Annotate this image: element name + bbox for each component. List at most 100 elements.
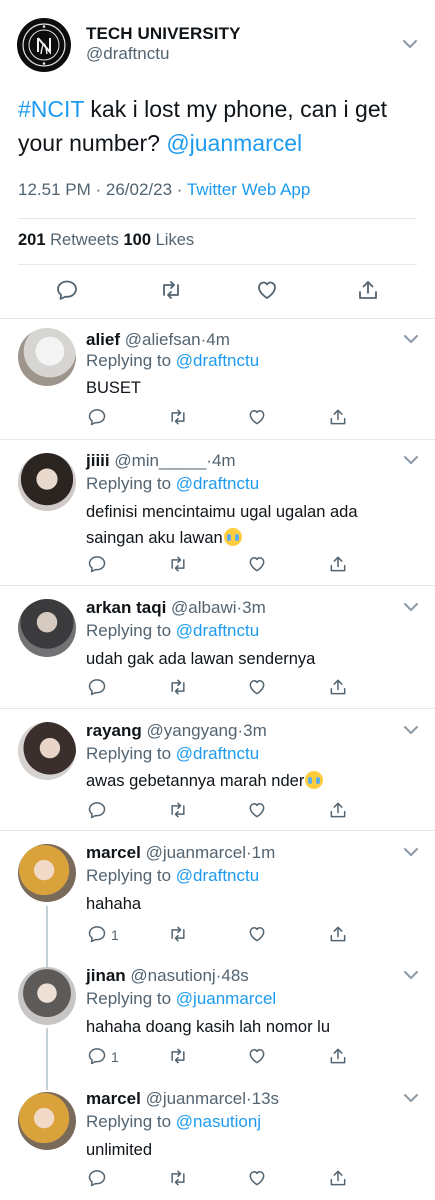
reply-time[interactable]: ·13s [246,1089,279,1108]
reply-icon[interactable] [87,1046,107,1066]
retweet-icon[interactable] [168,407,188,427]
avatar[interactable] [18,967,76,1025]
reply-author-name[interactable]: rayang [86,721,142,740]
like-icon[interactable] [247,677,267,697]
reply-author-handle[interactable]: @yangyang [146,721,237,740]
reply-time[interactable]: ·1m [246,843,275,862]
reply-author-handle[interactable]: @albawi [171,598,236,617]
chevron-down-icon[interactable] [403,970,419,980]
likes-label[interactable]: Likes [151,231,195,249]
account-name[interactable]: TECH UNIVERSITY [86,24,241,44]
share-icon[interactable] [356,278,380,302]
hashtag-link[interactable]: #NCIT [18,96,84,122]
reply-time[interactable]: ·4m [201,330,230,349]
reply-author-handle[interactable]: @aliefsan [125,330,201,349]
avatar[interactable] [18,1092,76,1150]
tears-of-joy-icon [305,771,324,789]
reply-author-handle[interactable]: @nasutionj [130,966,215,985]
share-icon[interactable] [328,407,348,427]
share-icon[interactable] [328,1168,348,1188]
chevron-down-icon[interactable] [403,847,419,857]
replying-to-label: Replying to [86,989,176,1008]
replying-to-link[interactable]: @draftnctu [176,351,259,370]
chevron-down-icon[interactable] [402,39,418,49]
share-icon[interactable] [328,677,348,697]
reply-author-name[interactable]: marcel [86,843,141,862]
retweet-icon[interactable] [168,800,188,820]
replying-to-label: Replying to [86,474,176,493]
retweet-icon[interactable] [159,278,183,302]
share-icon[interactable] [328,554,348,574]
chevron-down-icon[interactable] [403,725,419,735]
like-icon[interactable] [247,800,267,820]
university-logo-avatar[interactable] [17,18,71,72]
like-icon[interactable] [247,924,267,944]
reply-icon[interactable] [87,924,107,944]
like-icon[interactable] [247,407,267,427]
replying-to-link[interactable]: @draftnctu [176,866,259,885]
reply-author-name[interactable]: arkan taqi [86,598,166,617]
replying-to-link[interactable]: @draftnctu [176,474,259,493]
mention-link[interactable]: @juanmarcel [166,130,302,156]
retweet-icon[interactable] [168,554,188,574]
chevron-down-icon[interactable] [403,455,419,465]
reply-author-name[interactable]: jiiii [86,451,110,470]
share-icon[interactable] [328,1046,348,1066]
reply-tweet: jiiii @min_____·4m Replying to @draftnct… [0,439,435,585]
like-icon[interactable] [247,554,267,574]
replying-to-label: Replying to [86,866,176,885]
like-icon[interactable] [247,1046,267,1066]
tweet-text-part1: kak i lost my phone, can i get [84,96,388,122]
retweets-label[interactable]: Retweets [46,231,124,249]
reply-icon[interactable] [87,554,107,574]
reply-tweet: jinan @nasutionj·48s Replying to @juanma… [0,955,435,1080]
reply-icon[interactable] [87,407,107,427]
tweet-source-link[interactable]: Twitter Web App [187,180,310,199]
main-tweet: TECH UNIVERSITY @draftnctu #NCIT kak i l… [0,0,435,318]
avatar[interactable] [18,328,76,386]
avatar[interactable] [18,599,76,657]
reply-count[interactable]: 1 [111,927,119,943]
share-icon[interactable] [328,924,348,944]
retweet-icon[interactable] [168,924,188,944]
chevron-down-icon[interactable] [403,334,419,344]
like-icon[interactable] [247,1168,267,1188]
replying-to-link[interactable]: @draftnctu [176,744,259,763]
avatar[interactable] [18,844,76,902]
reply-author-handle[interactable]: @juanmarcel [146,1089,246,1108]
reply-icon[interactable] [87,800,107,820]
reply-icon[interactable] [87,1168,107,1188]
reply-author-handle[interactable]: @min_____ [114,451,206,470]
account-handle[interactable]: @draftnctu [86,44,169,64]
tweet-stats: 201 Retweets 100 Likes [18,231,194,250]
reply-author-name[interactable]: alief [86,330,120,349]
tweet-timestamp[interactable]: 12.51 PM · 26/02/23 · [18,180,187,199]
avatar[interactable] [18,453,76,511]
retweet-count[interactable]: 201 [18,231,46,249]
chevron-down-icon[interactable] [403,602,419,612]
reply-time[interactable]: ·48s [216,966,249,985]
reply-time[interactable]: ·3m [237,598,266,617]
replying-to-link[interactable]: @nasutionj [176,1112,261,1131]
reply-text: definisi mencintaimu ugal ugalan ada sain… [86,499,406,551]
reply-icon[interactable] [55,278,79,302]
retweet-icon[interactable] [168,1168,188,1188]
like-icon[interactable] [255,278,279,302]
replying-to-link[interactable]: @draftnctu [176,621,259,640]
like-count[interactable]: 100 [123,231,151,249]
avatar[interactable] [18,722,76,780]
reply-count[interactable]: 1 [111,1049,119,1065]
replying-to-link[interactable]: @juanmarcel [176,989,276,1008]
crying-face-icon [223,528,242,546]
reply-author-handle[interactable]: @juanmarcel [146,843,246,862]
replying-to-label: Replying to [86,621,176,640]
chevron-down-icon[interactable] [403,1093,419,1103]
retweet-icon[interactable] [168,1046,188,1066]
reply-author-name[interactable]: marcel [86,1089,141,1108]
reply-time[interactable]: ·3m [237,721,266,740]
reply-author-name[interactable]: jinan [86,966,126,985]
retweet-icon[interactable] [168,677,188,697]
reply-time[interactable]: ·4m [206,451,235,470]
reply-icon[interactable] [87,677,107,697]
share-icon[interactable] [328,800,348,820]
